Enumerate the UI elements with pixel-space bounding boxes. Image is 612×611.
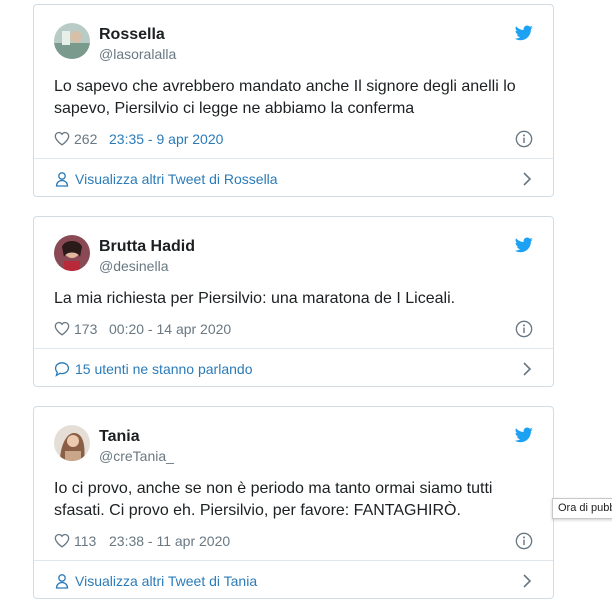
footer-label[interactable]: Visualizza altri Tweet di Rossella xyxy=(75,171,278,187)
tweet-text-line: sfasati. Ci provo eh. Piersilvio, per fa… xyxy=(54,502,461,519)
speech-bubble-icon xyxy=(54,362,70,377)
tweet-card-tania[interactable]: Tania @creTania_ Io ci provo, anche se n… xyxy=(33,406,554,599)
tweet-meta: 113 23:38 - 11 apr 2020 xyxy=(54,531,534,551)
avatar[interactable] xyxy=(54,235,90,271)
author-handle[interactable]: @lasoralalla xyxy=(99,46,176,62)
author-name[interactable]: Tania xyxy=(99,428,140,446)
tweet-footer-link[interactable]: Visualizza altri Tweet di Rossella xyxy=(54,159,533,199)
tweet-footer-link[interactable]: 15 utenti ne stanno parlando xyxy=(54,349,533,389)
author-handle[interactable]: @desinella xyxy=(99,258,168,274)
heart-icon[interactable] xyxy=(54,533,70,548)
tweet-text-line: Lo sapevo che avrebbero mandato anche Il… xyxy=(54,78,516,95)
tweet-meta: 262 23:35 - 9 apr 2020 xyxy=(54,129,534,149)
footer-label[interactable]: 15 utenti ne stanno parlando xyxy=(75,361,252,377)
tweet-text-line: sapevo, Piersilvio ci legge ne abbiamo l… xyxy=(54,100,415,117)
person-icon xyxy=(55,172,69,187)
twitter-bird-icon[interactable] xyxy=(515,237,533,253)
footer-label[interactable]: Visualizza altri Tweet di Tania xyxy=(75,573,257,589)
tweet-timestamp[interactable]: 23:38 - 11 apr 2020 xyxy=(109,533,230,549)
avatar[interactable] xyxy=(54,23,90,59)
tweet-timestamp[interactable]: 23:35 - 9 apr 2020 xyxy=(109,131,223,147)
like-count[interactable]: 113 xyxy=(74,533,96,549)
chevron-right-icon[interactable] xyxy=(521,172,533,186)
tweet-text: Lo sapevo che avrebbero mandato anche Il… xyxy=(54,76,534,120)
tweet-meta: 173 00:20 - 14 apr 2020 xyxy=(54,319,534,339)
info-icon[interactable] xyxy=(515,320,533,338)
tweet-card-rossella[interactable]: Rossella @lasoralalla Lo sapevo che avre… xyxy=(33,4,554,197)
chevron-right-icon[interactable] xyxy=(521,362,533,376)
info-icon[interactable] xyxy=(515,532,533,550)
heart-icon[interactable] xyxy=(54,321,70,336)
chevron-right-icon[interactable] xyxy=(521,574,533,588)
tweet-text-line: Io ci provo, anche se non è periodo ma t… xyxy=(54,480,493,497)
tweet-text: Io ci provo, anche se non è periodo ma t… xyxy=(54,478,534,522)
tweet-header: Tania @creTania_ xyxy=(34,407,553,467)
tweet-footer-link[interactable]: Visualizza altri Tweet di Tania xyxy=(54,561,533,601)
author-name[interactable]: Rossella xyxy=(99,26,165,44)
tweet-header: Brutta Hadid @desinella xyxy=(34,217,553,277)
like-count[interactable]: 173 xyxy=(74,321,97,337)
tweet-card-brutta-hadid[interactable]: Brutta Hadid @desinella La mia richiesta… xyxy=(33,216,554,387)
heart-icon[interactable] xyxy=(54,131,70,146)
author-name[interactable]: Brutta Hadid xyxy=(99,238,195,256)
author-handle[interactable]: @creTania_ xyxy=(99,448,174,464)
twitter-bird-icon[interactable] xyxy=(515,427,533,443)
info-icon[interactable] xyxy=(515,130,533,148)
tweet-text: La mia richiesta per Piersilvio: una mar… xyxy=(54,288,534,310)
avatar[interactable] xyxy=(54,425,90,461)
timestamp-tooltip: Ora di pubblicazione xyxy=(552,498,612,519)
twitter-bird-icon[interactable] xyxy=(515,25,533,41)
tweet-timestamp[interactable]: 00:20 - 14 apr 2020 xyxy=(109,321,231,337)
like-count[interactable]: 262 xyxy=(74,131,97,147)
tweet-header: Rossella @lasoralalla xyxy=(34,5,553,65)
person-icon xyxy=(55,574,69,589)
tweet-text-line: La mia richiesta per Piersilvio: una mar… xyxy=(54,290,456,307)
